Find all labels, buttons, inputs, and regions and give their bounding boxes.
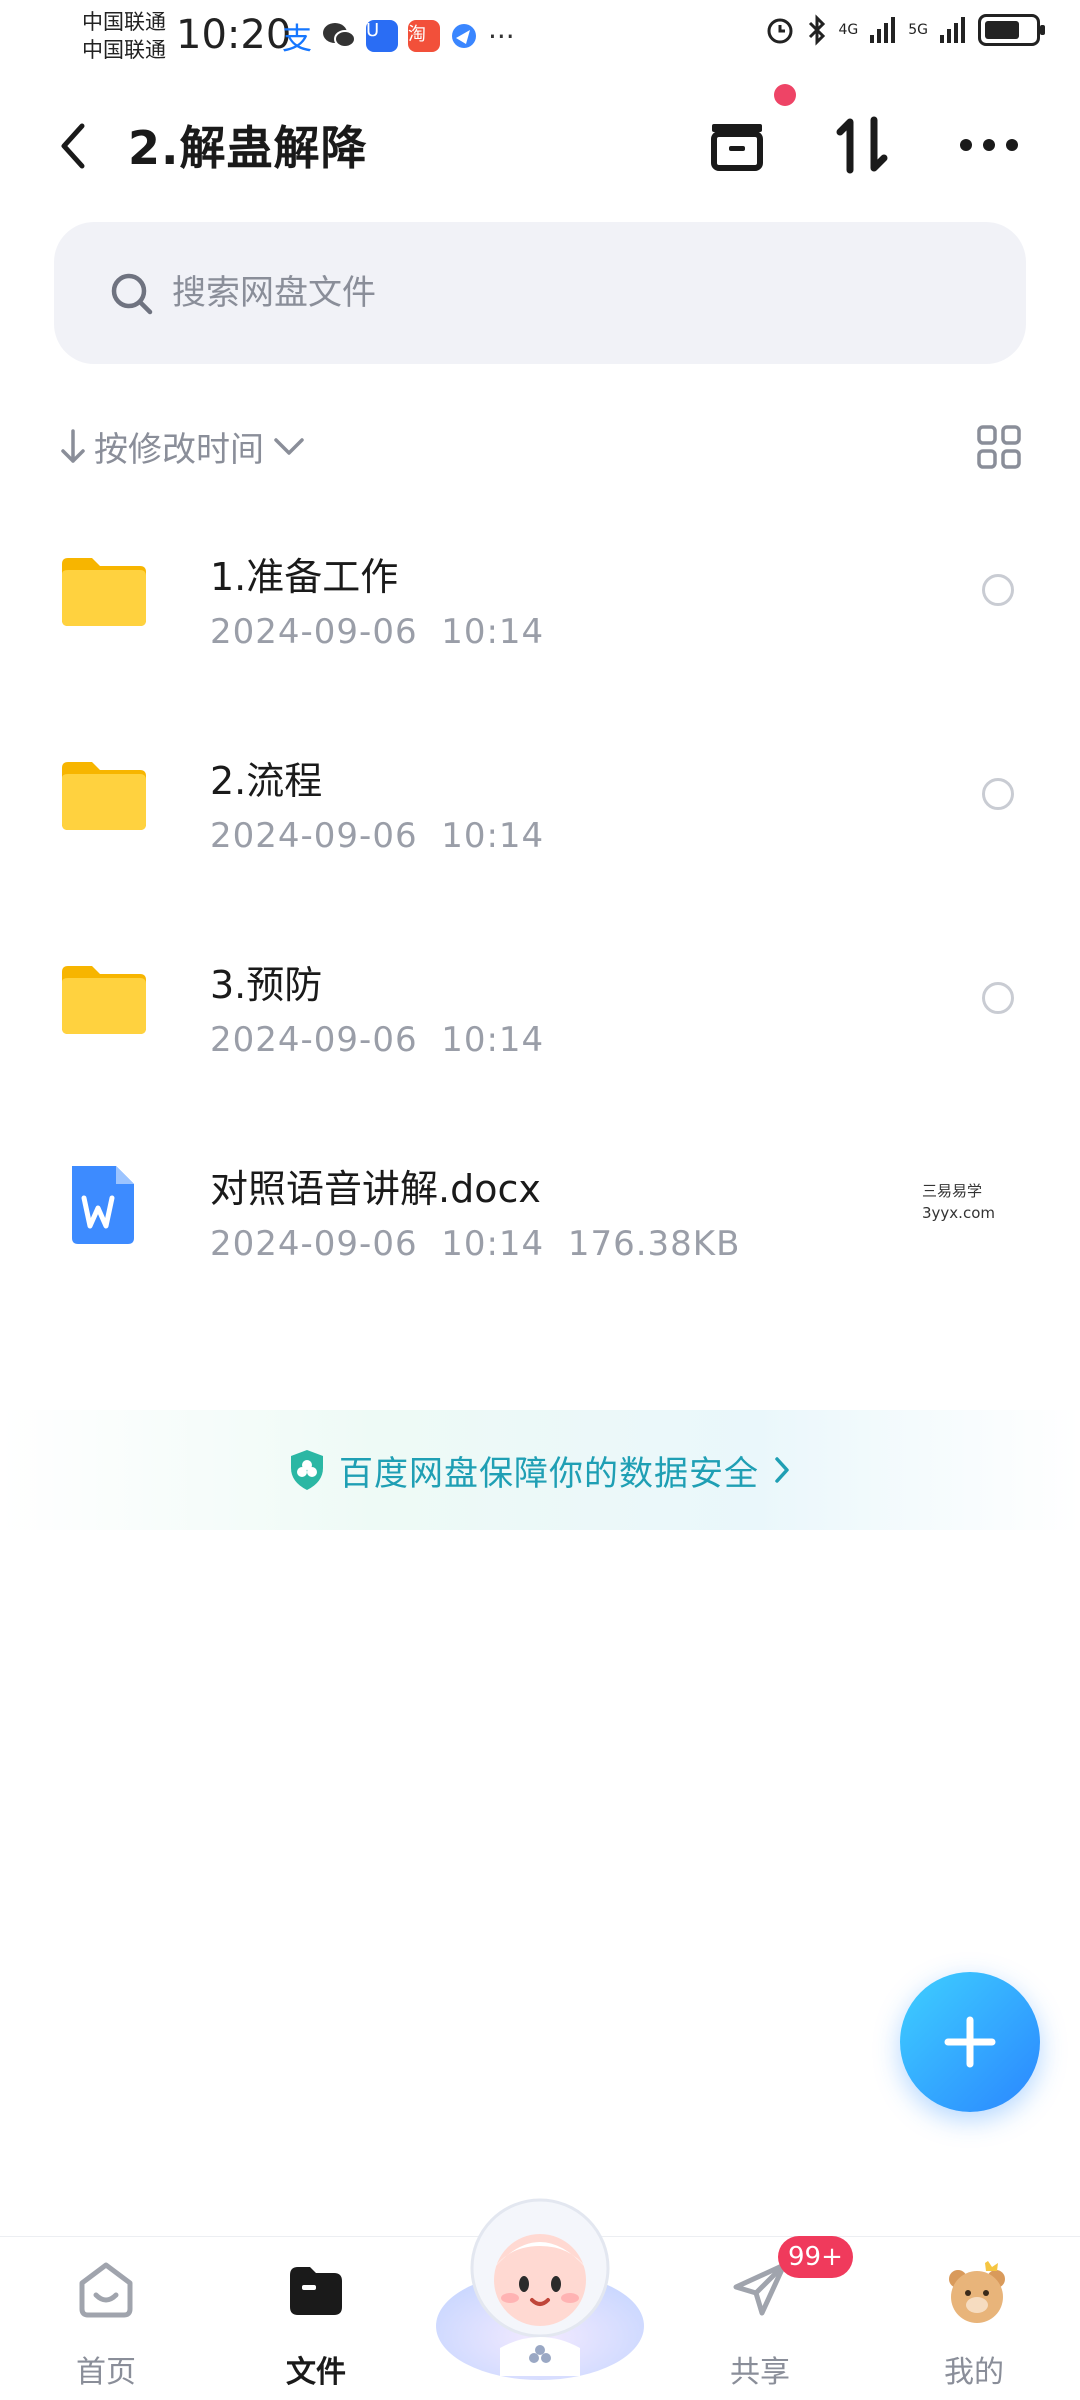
network-5g-label: 5G bbox=[908, 22, 928, 38]
more-options-icon[interactable] bbox=[956, 110, 1026, 180]
list-item[interactable]: 2.流程 2024-09-06 10:14 bbox=[0, 724, 1080, 904]
search-bar[interactable] bbox=[54, 222, 1026, 364]
share-count-badge: 99+ bbox=[778, 2236, 853, 2278]
taobao-icon: 淘 bbox=[408, 20, 440, 52]
signal-icon-2 bbox=[940, 17, 965, 43]
add-button[interactable] bbox=[900, 1972, 1040, 2112]
network-4g-label: 4G bbox=[838, 22, 859, 38]
folder-icon bbox=[62, 966, 146, 1034]
alarm-icon bbox=[767, 18, 793, 44]
folder-icon bbox=[62, 558, 146, 626]
select-radio[interactable] bbox=[982, 982, 1014, 1014]
file-date: 2024-09-06 10:14 bbox=[210, 1224, 545, 1264]
data-safety-banner[interactable]: 百度网盘保障你的数据安全 bbox=[0, 1410, 1080, 1530]
home-icon bbox=[79, 2262, 133, 2318]
file-name: 3.预防 bbox=[210, 963, 323, 1007]
sort-toggle-icon[interactable] bbox=[828, 110, 898, 180]
nav-files-label: 文件 bbox=[286, 2355, 346, 2390]
chevron-down-icon bbox=[274, 437, 304, 455]
sort-down-arrow-icon bbox=[61, 428, 85, 463]
notification-icons: 支 U 淘 ··· bbox=[282, 14, 515, 58]
file-name: 2.流程 bbox=[210, 759, 323, 803]
app-icon-blue: U bbox=[366, 20, 398, 52]
signal-icon-1 bbox=[870, 17, 896, 43]
data-safety-text: 百度网盘保障你的数据安全 bbox=[339, 1453, 759, 1494]
files-icon bbox=[290, 2267, 342, 2315]
nav-mine[interactable]: 我的 bbox=[904, 2237, 1044, 2400]
bear-avatar-icon bbox=[949, 2261, 1005, 2323]
nav-mine-label: 我的 bbox=[944, 2355, 1004, 2390]
list-item[interactable]: 对照语音讲解.docx 2024-09-06 10:14 176.38KB bbox=[0, 1132, 1080, 1312]
nav-share-label: 共享 bbox=[730, 2355, 790, 2390]
bluetooth-icon bbox=[809, 14, 826, 46]
folder-icon bbox=[62, 762, 146, 830]
list-item[interactable]: 3.预防 2024-09-06 10:14 bbox=[0, 928, 1080, 1108]
carrier-2: 中国联通 bbox=[82, 38, 166, 62]
alipay-icon: 支 bbox=[282, 22, 312, 57]
file-name: 1.准备工作 bbox=[210, 555, 399, 599]
carrier-1: 中国联通 bbox=[82, 10, 166, 34]
nav-files[interactable]: 文件 bbox=[246, 2237, 386, 2400]
sort-label: 按修改时间 bbox=[94, 430, 264, 470]
file-date: 2024-09-06 10:14 bbox=[210, 612, 545, 652]
file-size: 176.38KB bbox=[567, 1224, 741, 1264]
back-arrow-icon[interactable] bbox=[52, 116, 92, 176]
more-notifications-icon: ··· bbox=[488, 19, 515, 53]
file-date: 2024-09-06 10:14 bbox=[210, 1020, 545, 1060]
select-radio[interactable] bbox=[982, 574, 1014, 606]
list-item[interactable]: 1.准备工作 2024-09-06 10:14 bbox=[0, 520, 1080, 700]
select-radio[interactable] bbox=[982, 778, 1014, 810]
nav-home[interactable]: 首页 bbox=[36, 2237, 176, 2400]
grid-view-icon[interactable] bbox=[976, 424, 1022, 470]
mascot-assistant-icon[interactable] bbox=[430, 2176, 650, 2386]
status-bar: 中国联通 中国联通 10:20 支 U 淘 ··· 4G 5G bbox=[0, 0, 1080, 72]
file-name: 对照语音讲解.docx bbox=[210, 1167, 541, 1211]
battery-icon bbox=[978, 14, 1045, 46]
file-date: 2024-09-06 10:14 bbox=[210, 816, 545, 856]
sort-selector[interactable]: 按修改时间 bbox=[60, 422, 306, 471]
watermark-line2: 3yyx.com bbox=[922, 1204, 995, 1222]
carrier-labels: 中国联通 中国联通 bbox=[82, 8, 166, 64]
notification-dot bbox=[774, 84, 796, 106]
file-meta: 2024-09-06 10:14 176.38KB bbox=[210, 1224, 740, 1264]
search-icon bbox=[111, 273, 153, 315]
search-input[interactable] bbox=[172, 258, 972, 328]
nav-home-label: 首页 bbox=[76, 2355, 136, 2390]
status-time: 10:20 bbox=[176, 12, 292, 58]
wechat-icon bbox=[323, 23, 356, 48]
browser-icon bbox=[452, 24, 476, 48]
page-title: 2.解蛊解降 bbox=[128, 121, 368, 175]
shield-icon bbox=[291, 1450, 323, 1490]
word-document-icon bbox=[72, 1166, 134, 1244]
transfer-list-icon[interactable] bbox=[702, 110, 772, 180]
system-icons: 4G 5G bbox=[764, 14, 1045, 46]
chevron-right-icon bbox=[775, 1457, 789, 1483]
plus-icon bbox=[944, 2016, 996, 2068]
watermark-line1: 三易易学 bbox=[922, 1182, 983, 1200]
watermark: 三易易学 3yyx.com bbox=[922, 1180, 995, 1224]
